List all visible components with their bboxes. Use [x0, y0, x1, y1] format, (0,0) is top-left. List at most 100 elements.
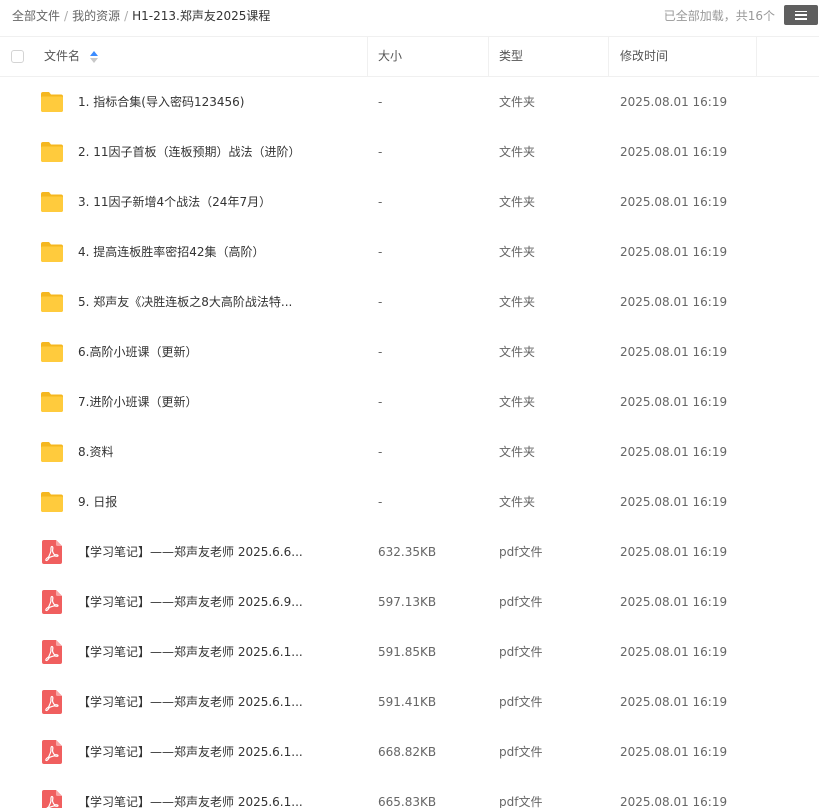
file-modified-time: 2025.08.01 16:19	[620, 795, 728, 808]
sort-icon[interactable]	[90, 51, 98, 63]
file-name[interactable]: 3. 11因子新增4个战法（24年7月）	[78, 177, 363, 227]
breadcrumb: 全部文件 / 我的资源 / H1-213.郑声友2025课程	[12, 8, 270, 24]
column-header-name[interactable]: 文件名	[44, 37, 80, 76]
file-modified-time: 2025.08.01 16:19	[620, 595, 728, 609]
column-header-type[interactable]: 类型	[499, 37, 523, 76]
file-name[interactable]: 9. 日报	[78, 477, 363, 527]
file-size: -	[378, 145, 383, 159]
file-name[interactable]: 1. 指标合集(导入密码123456)	[78, 77, 363, 127]
file-modified-time: 2025.08.01 16:19	[620, 645, 728, 659]
file-list: 1. 指标合集(导入密码123456) - 文件夹 2025.08.01 16:…	[0, 77, 819, 808]
breadcrumb-item-all-files[interactable]: 全部文件	[12, 9, 60, 23]
file-row[interactable]: 7.进阶小班课（更新） - 文件夹 2025.08.01 16:19	[0, 377, 819, 427]
file-name[interactable]: 【学习笔记】——郑声友老师 2025.6.6...	[78, 527, 363, 577]
file-size: -	[378, 245, 383, 259]
file-list-header: 文件名 大小 类型 修改时间	[0, 36, 819, 77]
file-size: -	[378, 395, 383, 409]
file-type: 文件夹	[499, 395, 536, 409]
file-row[interactable]: 1. 指标合集(导入密码123456) - 文件夹 2025.08.01 16:…	[0, 77, 819, 127]
file-name[interactable]: 2. 11因子首板（连板预期）战法（进阶）	[78, 127, 363, 177]
select-all-checkbox[interactable]	[11, 50, 24, 63]
file-row[interactable]: 【学习笔记】——郑声友老师 2025.6.1... 668.82KB pdf文件…	[0, 727, 819, 777]
file-type: pdf文件	[499, 595, 543, 609]
breadcrumb-current: H1-213.郑声友2025课程	[132, 9, 271, 23]
breadcrumb-separator: /	[124, 9, 129, 23]
folder-icon	[41, 392, 63, 412]
file-name[interactable]: 【学习笔记】——郑声友老师 2025.6.1...	[78, 727, 363, 777]
file-row[interactable]: 3. 11因子新增4个战法（24年7月） - 文件夹 2025.08.01 16…	[0, 177, 819, 227]
file-name[interactable]: 【学习笔记】——郑声友老师 2025.6.1...	[78, 627, 363, 677]
pdf-icon	[42, 540, 62, 564]
folder-icon	[41, 492, 63, 512]
file-size: 632.35KB	[378, 545, 437, 559]
file-modified-time: 2025.08.01 16:19	[620, 295, 728, 309]
folder-icon	[41, 142, 63, 162]
folder-icon	[41, 92, 63, 112]
column-header-mtime[interactable]: 修改时间	[620, 37, 668, 76]
file-row[interactable]: 【学习笔记】——郑声友老师 2025.6.6... 632.35KB pdf文件…	[0, 527, 819, 577]
file-modified-time: 2025.08.01 16:19	[620, 445, 728, 459]
file-type: 文件夹	[499, 495, 536, 509]
pdf-icon	[42, 790, 62, 808]
file-type: 文件夹	[499, 145, 536, 159]
column-divider	[756, 37, 757, 76]
file-row[interactable]: 8.资料 - 文件夹 2025.08.01 16:19	[0, 427, 819, 477]
file-row[interactable]: 9. 日报 - 文件夹 2025.08.01 16:19	[0, 477, 819, 527]
column-header-size[interactable]: 大小	[378, 37, 402, 76]
file-type: pdf文件	[499, 795, 543, 808]
file-type: 文件夹	[499, 95, 536, 109]
file-type: pdf文件	[499, 645, 543, 659]
file-type: 文件夹	[499, 195, 536, 209]
hamburger-menu-icon	[795, 10, 807, 20]
file-modified-time: 2025.08.01 16:19	[620, 395, 728, 409]
file-name[interactable]: 【学习笔记】——郑声友老师 2025.6.1...	[78, 677, 363, 727]
file-modified-time: 2025.08.01 16:19	[620, 695, 728, 709]
pdf-icon	[42, 740, 62, 764]
file-row[interactable]: 【学习笔记】——郑声友老师 2025.6.9... 597.13KB pdf文件…	[0, 577, 819, 627]
file-row[interactable]: 5. 郑声友《决胜连板之8大高阶战法特... - 文件夹 2025.08.01 …	[0, 277, 819, 327]
file-size: -	[378, 445, 383, 459]
file-row[interactable]: 2. 11因子首板（连板预期）战法（进阶） - 文件夹 2025.08.01 1…	[0, 127, 819, 177]
load-status: 已全部加载，共16个	[663, 9, 775, 23]
file-size: -	[378, 345, 383, 359]
file-modified-time: 2025.08.01 16:19	[620, 745, 728, 759]
file-row[interactable]: 6.高阶小班课（更新） - 文件夹 2025.08.01 16:19	[0, 327, 819, 377]
breadcrumb-separator: /	[64, 9, 69, 23]
column-divider	[608, 37, 609, 76]
view-menu-button[interactable]	[784, 5, 818, 25]
file-modified-time: 2025.08.01 16:19	[620, 495, 728, 509]
column-divider	[367, 37, 368, 76]
file-type: pdf文件	[499, 545, 543, 559]
file-name[interactable]: 【学习笔记】——郑声友老师 2025.6.1...	[78, 777, 363, 808]
file-name[interactable]: 6.高阶小班课（更新）	[78, 327, 363, 377]
file-row[interactable]: 4. 提高连板胜率密招42集（高阶） - 文件夹 2025.08.01 16:1…	[0, 227, 819, 277]
file-size: 591.85KB	[378, 645, 437, 659]
file-name[interactable]: 4. 提高连板胜率密招42集（高阶）	[78, 227, 363, 277]
file-name[interactable]: 8.资料	[78, 427, 363, 477]
file-name[interactable]: 【学习笔记】——郑声友老师 2025.6.9...	[78, 577, 363, 627]
file-row[interactable]: 【学习笔记】——郑声友老师 2025.6.1... 591.85KB pdf文件…	[0, 627, 819, 677]
pdf-icon	[42, 640, 62, 664]
file-name[interactable]: 5. 郑声友《决胜连板之8大高阶战法特...	[78, 277, 363, 327]
file-row[interactable]: 【学习笔记】——郑声友老师 2025.6.1... 591.41KB pdf文件…	[0, 677, 819, 727]
folder-icon	[41, 292, 63, 312]
file-type: 文件夹	[499, 345, 536, 359]
breadcrumb-item-my-resources[interactable]: 我的资源	[72, 9, 120, 23]
file-modified-time: 2025.08.01 16:19	[620, 95, 728, 109]
file-size: -	[378, 95, 383, 109]
file-type: pdf文件	[499, 695, 543, 709]
file-modified-time: 2025.08.01 16:19	[620, 195, 728, 209]
file-size: 665.83KB	[378, 795, 437, 808]
file-size: -	[378, 295, 383, 309]
file-modified-time: 2025.08.01 16:19	[620, 245, 728, 259]
file-type: 文件夹	[499, 245, 536, 259]
file-browser: 全部文件 / 我的资源 / H1-213.郑声友2025课程 已全部加载，共16个 文件…	[0, 0, 819, 808]
file-size: -	[378, 495, 383, 509]
file-size: -	[378, 195, 383, 209]
file-name[interactable]: 7.进阶小班课（更新）	[78, 377, 363, 427]
file-row[interactable]: 【学习笔记】——郑声友老师 2025.6.1... 665.83KB pdf文件…	[0, 777, 819, 808]
file-type: 文件夹	[499, 445, 536, 459]
folder-icon	[41, 342, 63, 362]
column-divider	[488, 37, 489, 76]
file-size: 597.13KB	[378, 595, 437, 609]
